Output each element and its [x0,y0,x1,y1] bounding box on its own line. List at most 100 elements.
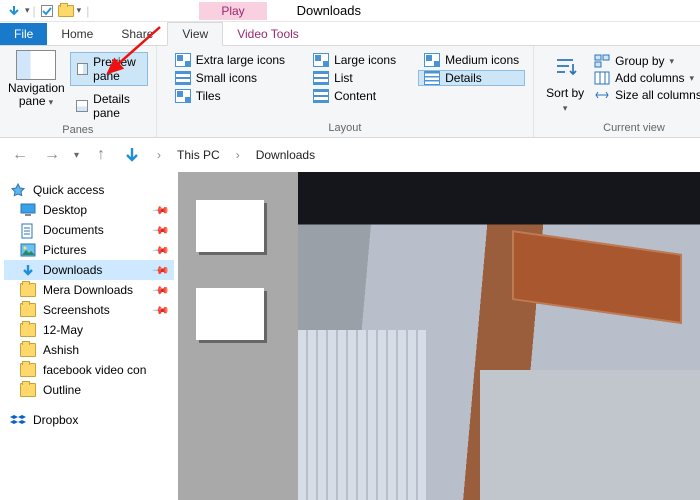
sidebar-item-12-may[interactable]: 12-May [4,320,174,340]
crumb-this-pc[interactable]: This PC [177,148,220,162]
content-pane [178,172,700,500]
sidebar-item-label: Ashish [43,343,79,357]
qat-menu-icon[interactable]: ▾ [25,5,30,16]
sidebar-item-label: facebook video con [43,363,146,377]
pin-icon: 📌 [152,221,171,240]
qat-overflow-icon[interactable]: ▾ [77,5,82,16]
down-arrow-icon[interactable] [6,3,22,19]
sidebar-item-label: Outline [43,383,81,397]
pin-icon: 📌 [152,201,171,220]
dropbox-label: Dropbox [33,413,78,427]
sort-by-icon [551,54,579,84]
crumb-sep-0[interactable]: › [157,148,161,162]
folder-icon [20,323,36,337]
group-panes-label: Panes [8,122,148,139]
folder-icon[interactable] [58,5,74,17]
content-icon [313,89,329,103]
sidebar-item-outline[interactable]: Outline [4,380,174,400]
ribbon: Navigation pane ▾ Preview pane Details p… [0,46,700,138]
view-large-icons[interactable]: Large icons [307,52,402,68]
thumbnail-1[interactable] [196,200,264,252]
checkbox-icon[interactable] [39,3,55,19]
view-details[interactable]: Details [418,70,525,86]
address-bar: ← → ▾ ↑ › This PC › Downloads [0,138,700,172]
sidebar-item-screenshots[interactable]: Screenshots 📌 [4,300,174,320]
preview-pane-button[interactable]: Preview pane [70,52,148,86]
navigation-pane-icon [16,50,56,80]
crumb-downloads[interactable]: Downloads [256,148,315,162]
view-small-icons[interactable]: Small icons [169,70,291,86]
pics-icon [20,243,36,257]
pin-icon: 📌 [152,281,171,300]
forward-button[interactable]: → [42,145,62,165]
quick-access-root[interactable]: Quick access [4,180,174,200]
sm-icon [175,71,191,85]
add-columns-button[interactable]: Add columns ▾ [594,71,700,85]
pin-icon: 📌 [152,241,171,260]
desktop-icon [20,203,36,217]
folder-icon [20,303,36,317]
size-columns-button[interactable]: Size all columns to f [594,88,700,102]
group-current-view: Sort by ▾ Group by ▾ Add columns ▾ Size … [534,46,700,137]
sidebar-item-desktop[interactable]: Desktop 📌 [4,200,174,220]
history-dropdown[interactable]: ▾ [74,150,79,161]
preview-viewport[interactable] [298,172,700,500]
details-pane-button[interactable]: Details pane [70,90,148,122]
sidebar-item-ashish[interactable]: Ashish [4,340,174,360]
downloads-icon [20,263,36,277]
folder-icon [20,283,36,297]
back-button[interactable]: ← [10,145,30,165]
group-layout-label: Layout [165,120,525,137]
tab-view[interactable]: View [167,22,223,46]
details-pane-label: Details pane [93,92,142,120]
location-icon[interactable] [123,146,141,164]
pin-icon: 📌 [152,301,171,320]
tab-file[interactable]: File [0,23,47,45]
contextual-tab-header: Play [199,2,266,20]
tab-share[interactable]: Share [107,23,167,45]
up-button[interactable]: ↑ [91,145,111,165]
sidebar-item-mera-downloads[interactable]: Mera Downloads📌 [4,280,174,300]
pin-icon: 📌 [152,261,171,280]
star-icon [10,183,26,197]
dropbox-icon [10,413,26,427]
preview-pane-icon [77,63,88,75]
sidebar-item-label: Screenshots [43,303,110,317]
group-layout: Extra large icons Large icons Medium ico… [157,46,534,137]
sidebar-item-facebook-video-con[interactable]: facebook video con [4,360,174,380]
navigation-pane-button[interactable]: Navigation pane ▾ [8,50,64,122]
view-list[interactable]: List [307,70,402,86]
title-bar: ▾ | ▾ | Play Downloads [0,0,700,22]
folder-icon [20,363,36,377]
view-tiles[interactable]: Tiles [169,88,291,104]
view-extra-large-icons[interactable]: Extra large icons [169,52,291,68]
details-pane-icon [76,100,88,112]
navigation-pane-label: Navigation pane [8,81,65,108]
view-content[interactable]: Content [307,88,402,104]
navigation-sidebar: Quick access Desktop📌Documents📌Pictures📌… [0,172,178,500]
thumbnail-strip [178,172,298,500]
group-panes: Navigation pane ▾ Preview pane Details p… [0,46,157,137]
add-columns-icon [594,71,610,85]
quick-access-label: Quick access [33,183,104,197]
crumb-sep-1[interactable]: › [236,148,240,162]
preview-pane-label: Preview pane [93,55,141,83]
sidebar-item-label: Pictures [43,243,86,257]
tab-home[interactable]: Home [47,23,107,45]
group-by-button[interactable]: Group by ▾ [594,54,700,68]
sidebar-item-documents[interactable]: Documents📌 [4,220,174,240]
folder-icon [20,383,36,397]
folder-icon [20,343,36,357]
sidebar-item-label: Desktop [43,203,87,217]
group-current-view-label: Current view [542,120,700,137]
thumbnail-2[interactable] [196,288,264,340]
group-by-icon [594,54,610,68]
dropbox-root[interactable]: Dropbox [4,410,174,430]
sidebar-item-downloads[interactable]: Downloads 📌 [4,260,174,280]
sort-by-button[interactable]: Sort by ▾ [546,54,584,114]
tab-video-tools[interactable]: Video Tools [223,23,313,45]
sidebar-item-pictures[interactable]: Pictures 📌 [4,240,174,260]
view-medium-icons[interactable]: Medium icons [418,52,525,68]
main-area: Quick access Desktop📌Documents📌Pictures📌… [0,172,700,500]
sidebar-item-label: Downloads [43,263,102,277]
